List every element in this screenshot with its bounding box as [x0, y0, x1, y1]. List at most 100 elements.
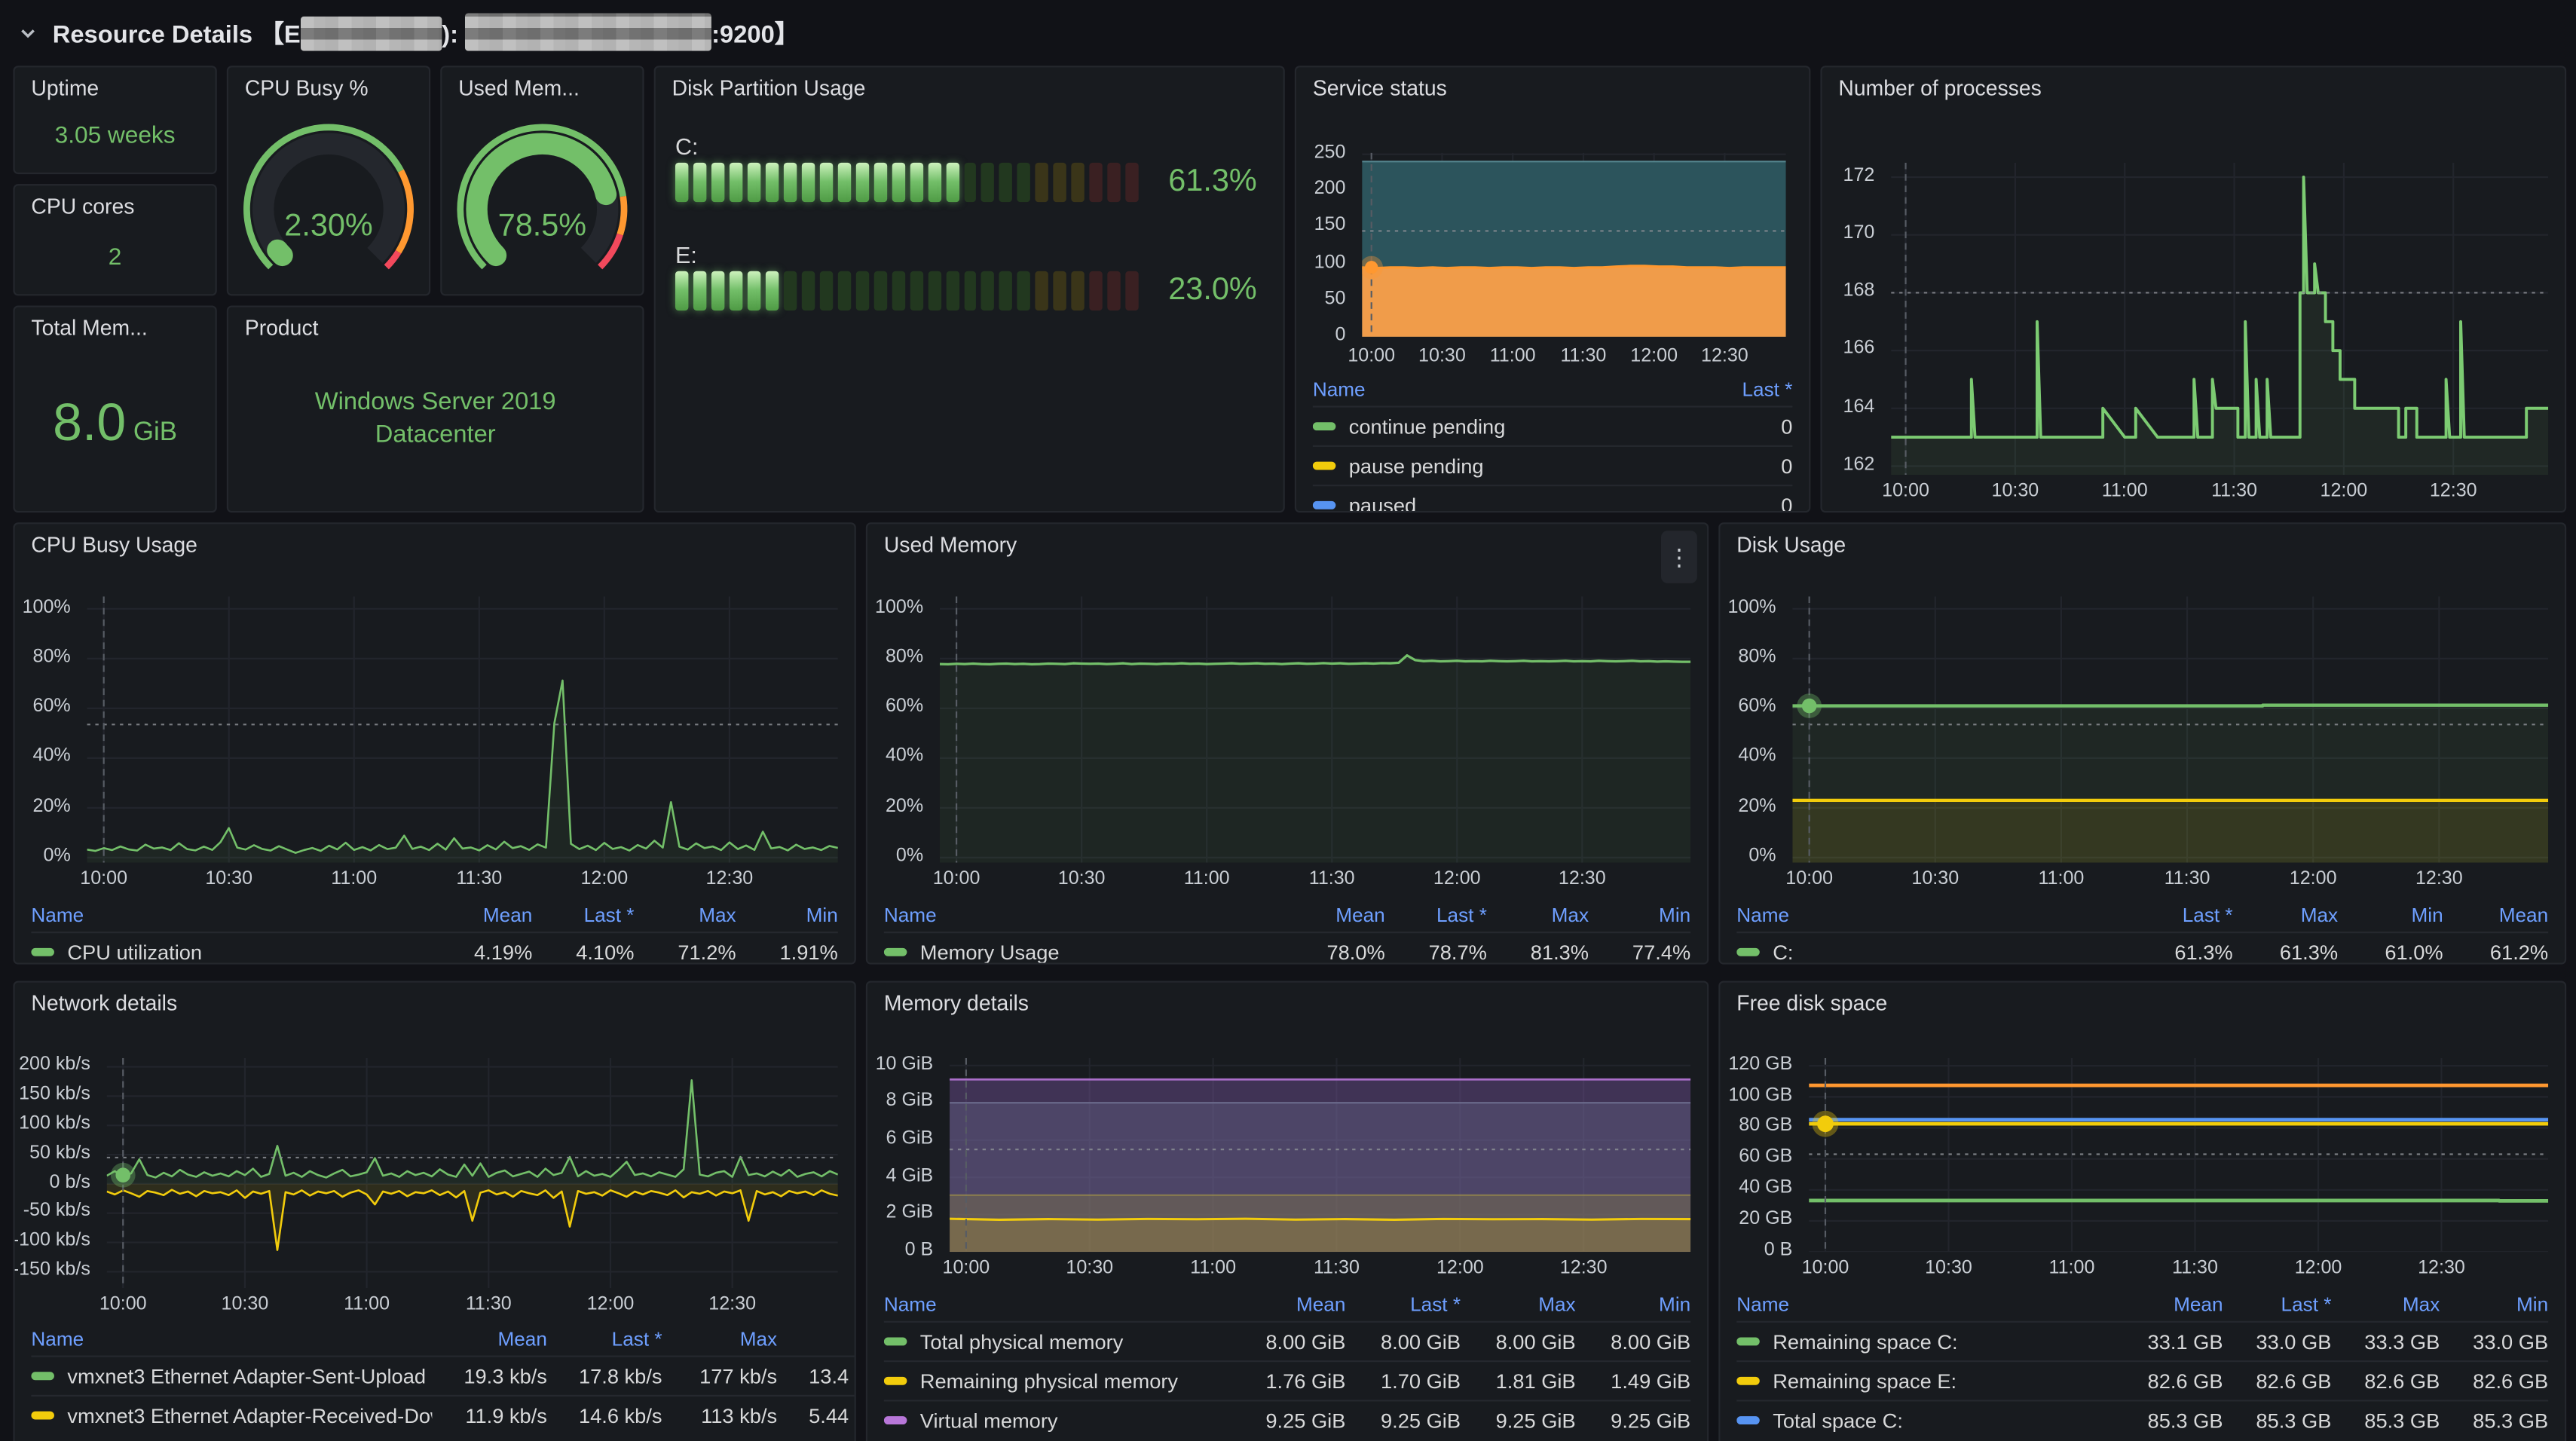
panel-total-memory: Total Mem... 8.0 GiB	[13, 305, 216, 512]
legend-col-header[interactable]: Max	[2331, 1293, 2440, 1317]
panel-title[interactable]: Uptime	[15, 67, 216, 110]
panel-cpu-busy-usage: CPU Busy Usage 0%20%40%60%80%100% 10:001…	[13, 522, 855, 964]
panel-menu-kebab-icon[interactable]: ⋮	[1661, 531, 1697, 583]
x-tick-label: 11:00	[1158, 869, 1256, 889]
y-tick-label: 60%	[886, 697, 923, 717]
x-tick-label: 10:00	[54, 869, 153, 889]
free-disk-chart[interactable]	[1809, 1058, 2548, 1252]
legend-col-header[interactable]: Last *	[2223, 1293, 2332, 1317]
used-memory-chart[interactable]	[940, 596, 1690, 862]
legend-col-name[interactable]: Name	[1736, 1293, 2114, 1317]
legend-col-header[interactable]: Min	[1589, 904, 1690, 927]
legend-col-header[interactable]: Min	[1576, 1293, 1691, 1317]
panel-title[interactable]: CPU Busy Usage	[15, 524, 855, 567]
panel-title[interactable]: Service status	[1296, 67, 1809, 110]
legend-col-name[interactable]: Name	[884, 904, 1283, 927]
x-tick-label: 10:00	[1856, 482, 1955, 501]
legend-series-name[interactable]: paused	[1349, 494, 1416, 512]
legend-col-header[interactable]: Min	[736, 904, 838, 927]
legend-series-name[interactable]: Total physical memory	[920, 1330, 1124, 1354]
legend-value: 85.3 GB	[2440, 1409, 2548, 1432]
lcd-cell	[892, 163, 904, 202]
legend-col-header[interactable]: Last *	[1720, 378, 1792, 401]
series-color-chip	[31, 948, 54, 956]
partition-lcd-gauge: 61.3%	[675, 163, 1263, 202]
legend-series-name[interactable]: pause pending	[1349, 454, 1484, 478]
legend-col-header[interactable]: Mean	[432, 1327, 547, 1351]
legend-value: 8.00 GiB	[1345, 1330, 1461, 1354]
legend-series-name[interactable]: Memory Usage	[920, 941, 1060, 964]
network-chart[interactable]	[107, 1058, 838, 1288]
legend-series-name[interactable]: CPU utilization	[67, 941, 202, 964]
x-tick-label: 11:30	[2185, 482, 2284, 501]
panel-title[interactable]: CPU cores	[15, 185, 216, 228]
legend-series-name[interactable]: vmxnet3 Ethernet Adapter-Sent-Upload	[67, 1364, 426, 1387]
legend-col-header[interactable]: Mean	[2115, 1293, 2223, 1317]
y-tick-label: 200	[1314, 179, 1346, 199]
memory-details-chart[interactable]	[950, 1058, 1690, 1252]
legend-series-name[interactable]: continue pending	[1349, 415, 1506, 438]
y-tick-label: 60%	[33, 697, 71, 717]
dashboard-row-header[interactable]: Resource Details 【E): :9200】	[17, 13, 800, 50]
legend-col-header[interactable]: Mean	[1231, 1293, 1346, 1317]
legend-series-name[interactable]: Virtual memory	[920, 1409, 1058, 1432]
legend-col-name[interactable]: Name	[31, 1327, 432, 1351]
panel-title[interactable]: Network details	[15, 983, 855, 1026]
legend-value: 0	[1720, 494, 1792, 512]
service-status-chart[interactable]	[1362, 153, 1785, 337]
legend-series-name[interactable]: vmxnet3 Ethernet Adapter-Received-Downlo…	[67, 1404, 432, 1427]
legend-series-name[interactable]: Remaining space C:	[1773, 1330, 1957, 1354]
legend-col-header[interactable]: Max	[1461, 1293, 1576, 1317]
processes-chart[interactable]	[1891, 163, 2548, 475]
legend-col-header[interactable]: Mean	[2443, 904, 2549, 927]
legend-col-header[interactable]: Max	[634, 904, 736, 927]
y-tick-label: 0 B	[905, 1241, 934, 1260]
chevron-down-icon[interactable]	[17, 20, 40, 44]
lcd-cell	[675, 163, 688, 202]
legend-col-header[interactable]: Max	[1487, 904, 1589, 927]
legend-col-header[interactable]: Min	[2338, 904, 2443, 927]
legend-col-header[interactable]: Last *	[2128, 904, 2233, 927]
legend-col-header[interactable]: Max	[662, 1327, 778, 1351]
y-tick-label: 168	[1843, 281, 1875, 301]
legend-series-name[interactable]: Remaining physical memory	[920, 1369, 1178, 1393]
panel-title[interactable]: Used Mem...	[442, 67, 642, 110]
legend-col-header[interactable]: Mean	[1283, 904, 1385, 927]
x-tick-label: 12:00	[2269, 1259, 2368, 1278]
panel-title[interactable]: Free disk space	[1720, 983, 2565, 1026]
x-tick-label: 10:30	[179, 869, 278, 889]
legend-col-header[interactable]: Last *	[547, 1327, 662, 1351]
series-color-chip	[31, 1372, 54, 1380]
legend-value: 61.3%	[2233, 941, 2339, 964]
legend-value: 82.6 GB	[2331, 1369, 2440, 1393]
legend-value: 85.3 GB	[2115, 1409, 2223, 1432]
legend-series-name[interactable]: Total space C:	[1773, 1409, 1903, 1432]
legend-col-header[interactable]: Min	[2440, 1293, 2548, 1317]
legend-col-header[interactable]: Last *	[1345, 1293, 1461, 1317]
panel-title[interactable]: Used Memory	[867, 524, 1707, 567]
legend-col-header[interactable]: Last *	[1385, 904, 1487, 927]
cpu-busy-chart[interactable]	[87, 596, 838, 862]
legend-col-header[interactable]: Min	[777, 1327, 856, 1351]
panel-title[interactable]: Disk Usage	[1720, 524, 2565, 567]
legend-col-header[interactable]: Mean	[430, 904, 532, 927]
legend-col-header[interactable]: Max	[2233, 904, 2339, 927]
legend-series-name[interactable]: C:	[1773, 941, 1793, 964]
y-tick-label: 100%	[875, 598, 923, 617]
panel-title[interactable]: Total Mem...	[15, 307, 216, 350]
legend-col-name[interactable]: Name	[31, 904, 430, 927]
disk-usage-chart[interactable]	[1792, 596, 2548, 862]
legend-series-name[interactable]: Remaining space E:	[1773, 1369, 1956, 1393]
panel-title[interactable]: Disk Partition Usage	[656, 67, 1283, 110]
legend-col-name[interactable]: Name	[1736, 904, 2128, 927]
series-color-chip	[1736, 1416, 1760, 1424]
legend-col-header[interactable]: Last *	[532, 904, 634, 927]
panel-title[interactable]: Memory details	[867, 983, 1707, 1026]
panel-title[interactable]: CPU Busy %	[228, 67, 429, 110]
panel-title[interactable]: Product	[228, 307, 642, 350]
legend-col-name[interactable]: Name	[884, 1293, 1231, 1317]
y-tick-label: 172	[1843, 166, 1875, 185]
panel-title[interactable]: Number of processes	[1822, 67, 2565, 110]
legend-row: Total space C:85.3 GB85.3 GB85.3 GB85.3 …	[1736, 1400, 2548, 1439]
legend-col-name[interactable]: Name	[1313, 378, 1721, 401]
